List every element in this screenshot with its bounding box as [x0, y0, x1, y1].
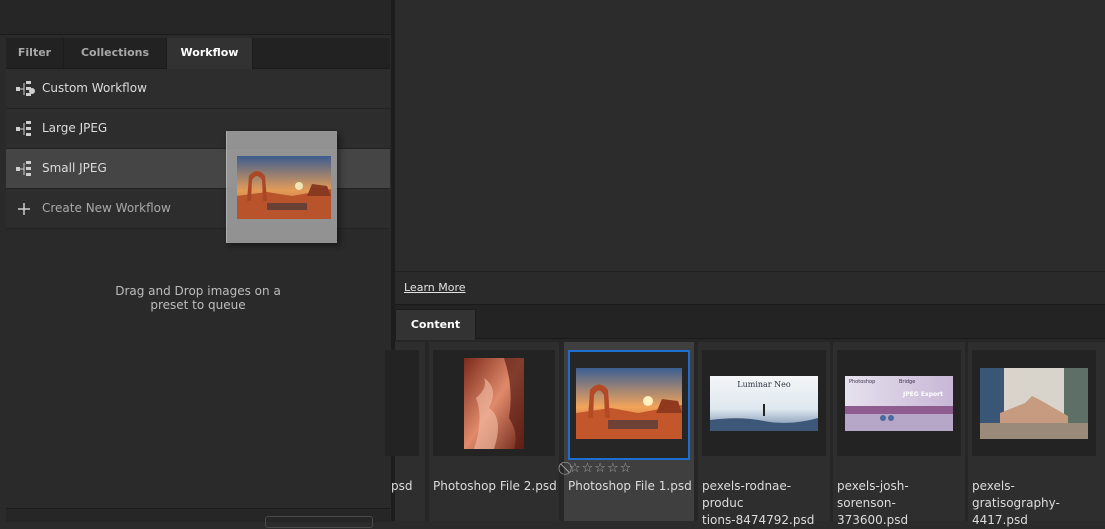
- content-item-name: pexels-rodnae-produc tions-8474792.psd: [702, 479, 815, 527]
- content-item[interactable]: Photoshop File 2.psd: [429, 342, 559, 521]
- thumbnail-text: Luminar Neo: [737, 380, 791, 389]
- delicate-arch-thumbnail: [237, 156, 331, 219]
- thumbnail-frame: [568, 350, 690, 460]
- thumbnail-frame: [433, 350, 555, 456]
- luminar-neo-thumbnail: Luminar Neo: [710, 376, 818, 431]
- content-tab-bar: Content: [395, 305, 1105, 340]
- content-item[interactable]: psd: [385, 342, 425, 521]
- preview-area: [395, 0, 1105, 272]
- workflow-label: Custom Workflow: [42, 81, 147, 95]
- plus-icon: [18, 203, 30, 215]
- drag-ghost-thumbnail: [226, 131, 337, 243]
- content-item-selected[interactable]: ⃠☆☆☆☆☆ Photoshop File 1.psd: [564, 342, 694, 521]
- learn-more-link[interactable]: Learn More: [404, 281, 466, 294]
- tab-content[interactable]: Content: [395, 309, 476, 340]
- drop-hint-line2: preset to queue: [150, 298, 246, 312]
- thumbnail-frame: [385, 350, 419, 456]
- thumbnail-frame: Photoshop Bridge JPEG Export: [837, 350, 961, 456]
- workflow-label: Large JPEG: [42, 121, 108, 135]
- thumbnail-text: JPEG Export: [902, 391, 943, 398]
- content-item[interactable]: Luminar Neo pexels-rodnae-produc tions-8…: [698, 342, 830, 527]
- workflow-item-custom[interactable]: Custom Workflow: [6, 69, 390, 109]
- tab-workflow[interactable]: Workflow: [166, 38, 253, 69]
- workflow-icon: [16, 161, 31, 176]
- thumbnail-frame: Luminar Neo: [702, 350, 826, 456]
- workflow-label: Small JPEG: [42, 161, 107, 175]
- drop-hint-line1: Drag and Drop images on a: [115, 284, 281, 298]
- thumbnail-frame: [972, 350, 1096, 456]
- drop-hint: Drag and Drop images on a preset to queu…: [6, 284, 390, 312]
- content-item-name: pexels-gratisography- 4417.psd: [972, 479, 1060, 527]
- content-item[interactable]: Photoshop Bridge JPEG Export pexels-josh…: [833, 342, 965, 527]
- left-top-panel: [0, 0, 391, 35]
- arm-wrestling-thumbnail: [980, 368, 1088, 439]
- thumbnail-text: Photoshop: [849, 379, 875, 385]
- tab-collections[interactable]: Collections: [64, 38, 167, 68]
- bottom-button[interactable]: [265, 516, 373, 528]
- delicate-arch-thumbnail: [576, 368, 682, 439]
- content-item-name: pexels-josh-sorenson- 373600.psd: [837, 479, 909, 527]
- panel-tab-bar: Filter Collections Workflow: [6, 38, 390, 69]
- learn-more-bar: Learn More: [395, 272, 1105, 305]
- rating-stars[interactable]: ⃠☆☆☆☆☆: [568, 461, 632, 476]
- content-item-name: Photoshop File 2.psd: [433, 479, 557, 493]
- create-new-workflow-label: Create New Workflow: [42, 201, 171, 215]
- content-item[interactable]: pexels-gratisography- 4417.psd: [968, 342, 1105, 527]
- thumbnail-text: Bridge: [899, 379, 915, 385]
- workflow-icon: [16, 81, 35, 96]
- workflow-icon: [16, 121, 31, 136]
- content-item-name: Photoshop File 1.psd: [568, 479, 692, 493]
- photoshop-bridge-thumbnail: Photoshop Bridge JPEG Export: [845, 376, 953, 431]
- tab-filter[interactable]: Filter: [6, 38, 64, 68]
- antelope-canyon-thumbnail: [464, 358, 524, 449]
